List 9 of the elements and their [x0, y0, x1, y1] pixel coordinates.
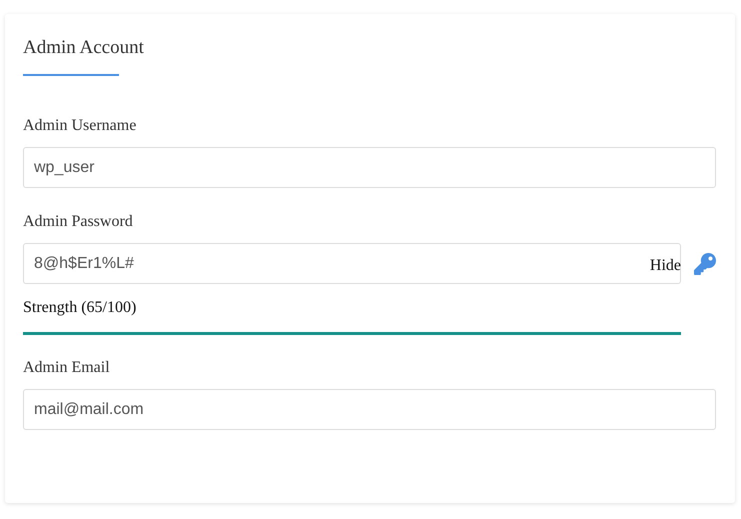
input-field[interactable]: wp_user — [23, 147, 716, 188]
strength-label: Strength (65/100) — [23, 298, 136, 318]
section-title: Admin Account — [23, 36, 144, 60]
hide-password-link[interactable]: Hide — [650, 256, 681, 276]
field-label: Admin Username — [23, 116, 136, 136]
input-field[interactable]: mail@mail.com — [23, 389, 716, 430]
key-icon[interactable] — [694, 252, 716, 274]
field-label: Admin Password — [23, 212, 133, 232]
field-label: Admin Email — [23, 358, 110, 378]
